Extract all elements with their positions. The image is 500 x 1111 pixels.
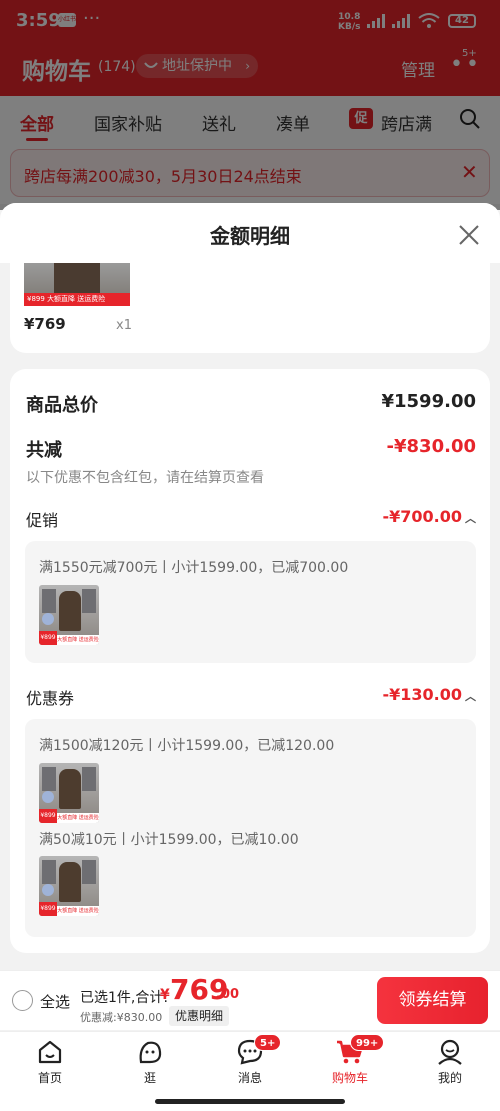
discount-detail-button[interactable]: 优惠明细: [169, 1006, 230, 1026]
thumb-price: ¥899: [39, 631, 57, 645]
sheet-header: 金额明细: [0, 203, 500, 263]
profile-icon: [438, 1039, 462, 1065]
thumb-badge: [42, 613, 54, 625]
close-icon[interactable]: [457, 223, 481, 247]
promo-detail-box: 满1550元减700元丨小计1599.00，已减700.00 ¥899 大额直降…: [25, 541, 476, 663]
coupon-detail-text: 满50减10元丨小计1599.00，已减10.00: [39, 832, 299, 848]
chevron-up-icon: ︿: [465, 690, 476, 703]
nav-label: 逛: [143, 1071, 156, 1085]
nav-profile[interactable]: 我的: [420, 1036, 480, 1090]
home-indicator: [155, 1099, 345, 1104]
thumb-bg: [42, 589, 56, 613]
home-icon: [38, 1040, 62, 1064]
coupon-detail-text: 满1500减120元丨小计1599.00，已减120.00: [39, 738, 335, 754]
thumb-bg: [42, 860, 56, 884]
discount-summary: 优惠减:¥830.00: [80, 1011, 163, 1024]
selected-item-card: ¥899 大额直降 送运费险 ¥769 x1: [10, 263, 490, 353]
nav-label: 消息: [237, 1071, 262, 1085]
nav-cart[interactable]: 购物车 99+: [320, 1034, 385, 1090]
reduce-note: 以下优惠不包含红包，请在结算页查看: [26, 470, 264, 486]
selected-summary: 已选1件,合计:: [80, 990, 169, 1006]
coupon-detail-box: 满1500减120元丨小计1599.00，已减120.00 ¥899 大额直降 …: [25, 719, 476, 937]
promo-toggle[interactable]: -¥700.00 ︿: [382, 507, 476, 526]
thumb-tag: 大额直降 送运费险: [47, 295, 106, 303]
reduce-value: -¥830.00: [386, 436, 476, 457]
total-value: ¥1599.00: [381, 391, 476, 412]
nav-label: 购物车: [331, 1071, 368, 1085]
thumb-price: ¥899: [39, 809, 57, 823]
item-quantity: x1: [116, 318, 132, 333]
nav-label: 我的: [437, 1071, 462, 1085]
thumb-tag: 大额直降 送运费险: [57, 906, 99, 916]
total-label: 商品总价: [26, 395, 98, 416]
nav-messages[interactable]: 消息 5+: [220, 1034, 282, 1090]
amount-breakdown-card: 商品总价 ¥1599.00 共减 -¥830.00 以下优惠不包含红包，请在结算…: [10, 369, 490, 953]
promo-product-thumbnail[interactable]: ¥899 大额直降 送运费险: [39, 585, 99, 645]
coupon-label: 优惠券: [26, 689, 75, 708]
total-amount-decimal: .00: [216, 987, 240, 1002]
checkout-button[interactable]: 领券结算: [377, 977, 488, 1024]
cart-badge: 99+: [350, 1034, 385, 1051]
thumb-badge: [42, 791, 54, 803]
promo-label: 促销: [26, 511, 59, 530]
total-currency: ¥: [160, 987, 170, 1003]
bottom-nav: 首页 逛 消息 5+ 购物车 99+ 我的: [0, 1031, 500, 1111]
reduce-label: 共减: [26, 440, 62, 461]
amount-detail-sheet: 金额明细 ¥899 大额直降 送运费险 ¥769 x1 商品总价 ¥1599.0…: [0, 203, 500, 970]
thumb-bg: [42, 767, 56, 791]
nav-home[interactable]: 首页: [20, 1036, 80, 1090]
thumb-tag: 大额直降 送运费险: [57, 813, 99, 823]
coupon-product-thumbnail[interactable]: ¥899 大额直降 送运费险: [39, 763, 99, 823]
product-thumbnail[interactable]: ¥899 大额直降 送运费险: [24, 263, 130, 306]
promo-value: -¥700.00: [382, 507, 462, 526]
thumb-price: ¥899: [39, 902, 57, 916]
product-image: [59, 769, 81, 809]
thumb-badge: [42, 884, 54, 896]
item-price: ¥769: [24, 315, 66, 333]
thumb-bg: [82, 589, 96, 613]
thumb-price: ¥899: [27, 295, 45, 303]
message-badge: 5+: [254, 1034, 282, 1051]
coupon-product-thumbnail[interactable]: ¥899 大额直降 送运费险: [39, 856, 99, 916]
product-image: [54, 263, 100, 293]
checkout-bar: 全选 已选1件,合计: ¥ 769 .00 优惠减:¥830.00 优惠明细 领…: [0, 970, 500, 1030]
nav-label: 首页: [37, 1071, 62, 1085]
nav-browse[interactable]: 逛: [120, 1036, 180, 1090]
select-all-label[interactable]: 全选: [40, 991, 70, 1012]
product-image: [59, 591, 81, 631]
product-thumbnail-banner: ¥899 大额直降 送运费险: [24, 293, 130, 306]
thumb-bg: [82, 860, 96, 884]
select-all-radio[interactable]: [12, 990, 33, 1011]
product-image: [59, 862, 81, 902]
coupon-value: -¥130.00: [382, 685, 462, 704]
browse-face-icon: [139, 1041, 162, 1064]
sheet-title: 金额明细: [210, 224, 290, 248]
thumb-bg: [82, 767, 96, 791]
thumb-tag: 大额直降 送运费险: [57, 635, 99, 645]
modal-overlay[interactable]: [0, 0, 500, 210]
chevron-up-icon: ︿: [465, 512, 476, 525]
promo-detail-text: 满1550元减700元丨小计1599.00，已减700.00: [39, 560, 349, 576]
coupon-toggle[interactable]: -¥130.00 ︿: [382, 685, 476, 704]
